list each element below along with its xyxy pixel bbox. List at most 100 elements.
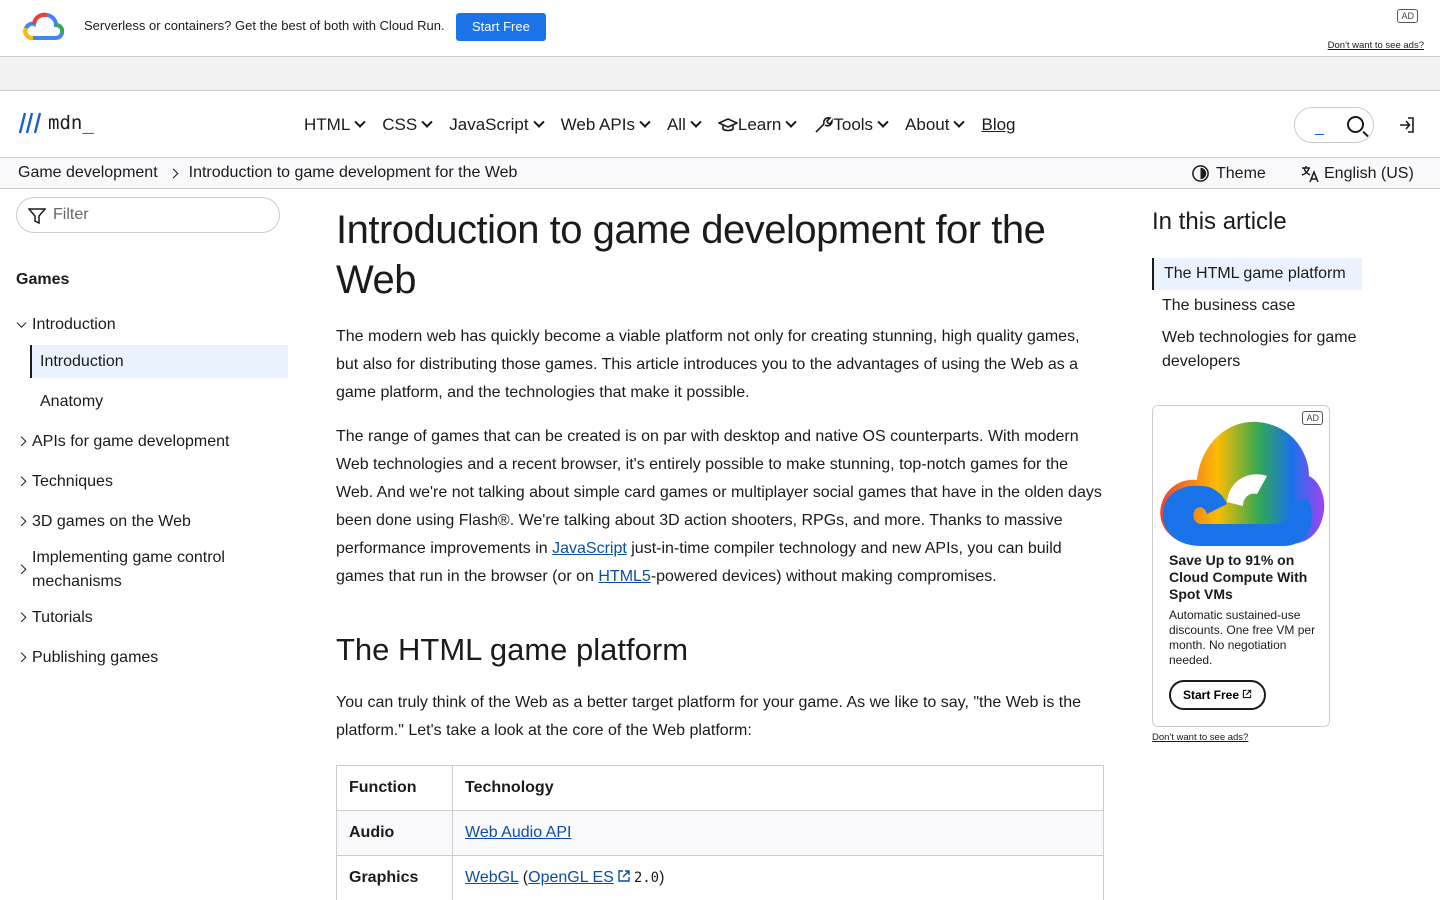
chevron-right-icon	[168, 168, 179, 178]
paragraph-text: The range of games that can be created i…	[336, 428, 1102, 557]
sidebar-item-3d-games[interactable]: 3D games on the Web	[16, 502, 288, 542]
top-ad-no-ads-link[interactable]: Don't want to see ads?	[1328, 40, 1424, 51]
chevron-down-icon	[953, 116, 966, 128]
nav-css[interactable]: CSS	[382, 113, 433, 137]
table-cell-function: Graphics	[336, 855, 453, 900]
search-box[interactable]: _	[1294, 107, 1374, 143]
sidebar-item-tutorials[interactable]: Tutorials	[16, 598, 288, 638]
table-of-contents: In this article The HTML game platform T…	[1152, 208, 1382, 378]
table-row: Audio Web Audio API	[336, 810, 1104, 856]
sidebar-item-apis[interactable]: APIs for game development	[16, 422, 288, 462]
google-cloud-logo-icon	[23, 12, 64, 40]
mdn-mark-icon	[18, 112, 42, 134]
nav-javascript[interactable]: JavaScript	[449, 113, 545, 137]
nav-blog-link[interactable]: Blog	[981, 113, 1015, 137]
side-ad[interactable]: AD Save Up to 91% on Cloud Compute With …	[1152, 405, 1330, 727]
article-paragraph-2: The range of games that can be created i…	[336, 423, 1104, 591]
chevron-down-icon	[421, 116, 433, 128]
external-link-icon	[1243, 689, 1252, 699]
nav-web-apis[interactable]: Web APIs	[561, 113, 651, 137]
theme-switcher[interactable]: Theme	[1191, 164, 1266, 183]
nav-menu: HTML CSS JavaScript Web APIs All Learn T…	[304, 113, 1034, 137]
chevron-right-icon[interactable]	[16, 516, 27, 527]
table-header: Technology	[452, 765, 1104, 811]
table-cell-technology: Web Audio API	[452, 810, 1104, 856]
nav-css-label: CSS	[382, 115, 418, 134]
language-switcher[interactable]: English (US)	[1300, 164, 1414, 184]
sidebar-item-label: Anatomy	[40, 393, 104, 410]
side-ad-button-label: Start Free	[1183, 688, 1240, 702]
nav-learn[interactable]: Learn	[717, 113, 798, 137]
sidebar-item-label: Implementing game control mechanisms	[32, 549, 225, 590]
sidebar-item-label: Introduction	[40, 352, 124, 370]
side-ad-title: Save Up to 91% on Cloud Compute With Spo…	[1169, 552, 1308, 602]
chevron-right-icon[interactable]	[16, 652, 27, 663]
sidebar-item-label: Publishing games	[32, 649, 159, 666]
nav-all[interactable]: All	[667, 113, 702, 137]
side-ad-description: Automatic sustained-use discounts. One f…	[1169, 608, 1316, 667]
filter-icon	[28, 208, 46, 225]
table-cell-function: Audio	[336, 810, 453, 856]
chevron-right-icon[interactable]	[16, 476, 27, 487]
article: Introduction to game development for the…	[336, 205, 1104, 900]
login-icon[interactable]	[1398, 116, 1416, 134]
chevron-down-icon	[785, 116, 798, 128]
top-ad-banner: Serverless or containers? Get the best o…	[0, 0, 1440, 57]
mdn-wordmark: mdn_	[48, 112, 94, 134]
side-ad-start-free-button[interactable]: Start Free	[1169, 680, 1267, 710]
sidebar-item-introduction[interactable]: Introduction	[30, 345, 288, 378]
toc-list: The HTML game platform The business case…	[1152, 258, 1382, 378]
paragraph-text: -powered devices) without making comprom…	[650, 568, 997, 585]
toc-item-html-game-platform[interactable]: The HTML game platform	[1152, 258, 1362, 290]
web-audio-api-link[interactable]: Web Audio API	[465, 824, 571, 841]
filter-input[interactable]	[53, 206, 253, 224]
sidebar: Games Introduction Introduction Anatomy …	[16, 197, 288, 666]
mdn-logo[interactable]: mdn_	[18, 111, 94, 135]
nav-about[interactable]: About	[905, 113, 966, 137]
chevron-right-icon[interactable]	[16, 436, 27, 447]
toc-heading: In this article	[1152, 208, 1287, 235]
toc-item-web-technologies[interactable]: Web technologies for game developers	[1152, 322, 1382, 378]
sidebar-item-introduction-group[interactable]: Introduction	[16, 305, 288, 345]
sidebar-item-techniques[interactable]: Techniques	[16, 462, 288, 502]
nav-html[interactable]: HTML	[304, 113, 366, 137]
sidebar-item-control-mechanisms[interactable]: Implementing game control mechanisms	[16, 542, 288, 598]
theme-icon	[1192, 165, 1209, 182]
sidebar-item-anatomy[interactable]: Anatomy	[16, 382, 288, 422]
top-ad-badge: AD	[1397, 9, 1418, 23]
filter-box[interactable]	[16, 197, 280, 233]
sidebar-item-label: Introduction	[32, 316, 116, 333]
theme-label: Theme	[1216, 164, 1266, 182]
breadcrumb-game-development[interactable]: Game development	[18, 164, 158, 182]
nav-html-label: HTML	[304, 115, 351, 134]
chevron-right-icon[interactable]	[16, 564, 27, 575]
chevron-right-icon[interactable]	[16, 612, 27, 623]
sidebar-item-publishing[interactable]: Publishing games	[16, 638, 288, 678]
platform-table: Function Technology Audio Web Audio API …	[336, 765, 1104, 900]
search-icon[interactable]	[1347, 116, 1364, 133]
opengl-es-link[interactable]: OpenGL ES	[528, 869, 614, 886]
top-ad-start-free-button[interactable]: Start Free	[456, 13, 546, 41]
javascript-link[interactable]: JavaScript	[552, 540, 627, 557]
side-ad-no-ads-link[interactable]: Don't want to see ads?	[1152, 732, 1248, 743]
sidebar-tree: Introduction Introduction Anatomy APIs f…	[16, 305, 288, 678]
translate-icon	[1301, 166, 1319, 183]
top-ad-message: Serverless or containers? Get the best o…	[84, 18, 445, 33]
breadcrumb-current[interactable]: Introduction to game development for the…	[189, 164, 518, 182]
sidebar-heading: Games	[16, 271, 70, 288]
chevron-down-icon[interactable]	[16, 317, 27, 328]
nav-tools-label: Tools	[833, 115, 874, 134]
language-label: English (US)	[1324, 165, 1414, 182]
chevron-down-icon	[639, 116, 651, 128]
sidebar-item-label: APIs for game development	[32, 433, 230, 450]
toc-item-business-case[interactable]: The business case	[1152, 290, 1382, 322]
google-cloud-logo-icon	[1160, 421, 1325, 546]
chevron-down-icon	[354, 116, 366, 128]
html5-link[interactable]: HTML5	[598, 568, 650, 585]
nav-tools[interactable]: Tools	[813, 113, 889, 137]
table-header-row: Function Technology	[336, 765, 1104, 811]
external-link-icon	[618, 870, 630, 882]
table-cell-technology: WebGL (OpenGL ES 2.0)	[452, 855, 1104, 900]
article-paragraph-3: You can truly think of the Web as a bett…	[336, 694, 1082, 739]
webgl-link[interactable]: WebGL	[465, 869, 518, 886]
